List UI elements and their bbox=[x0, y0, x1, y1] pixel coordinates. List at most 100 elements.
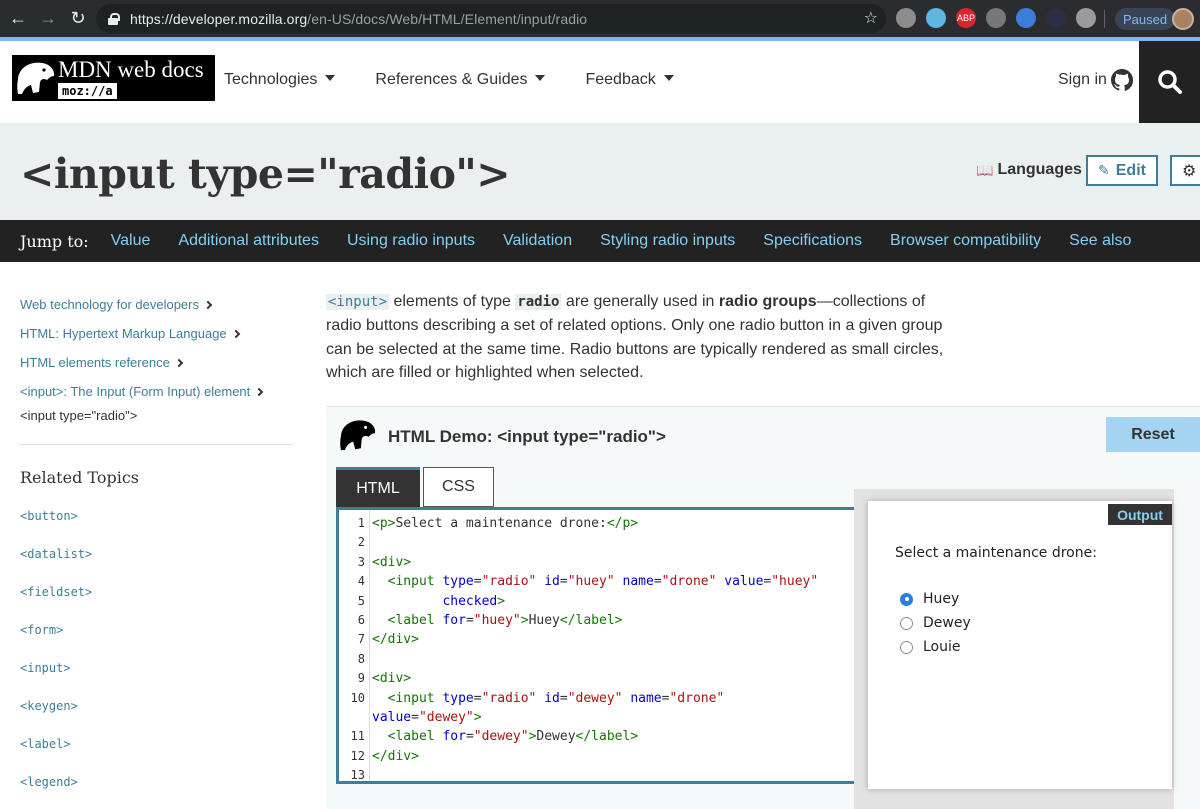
radio-button[interactable] bbox=[900, 640, 913, 654]
ext-7-icon[interactable] bbox=[1076, 8, 1096, 28]
nav-feedback[interactable]: Feedback bbox=[585, 71, 674, 89]
jump-link[interactable]: Styling radio inputs bbox=[600, 232, 735, 250]
topic-link[interactable]: <keygen> bbox=[20, 699, 78, 713]
code-line: 13 bbox=[350, 768, 365, 783]
radio-button[interactable] bbox=[900, 616, 913, 630]
topic-link[interactable]: <fieldset> bbox=[20, 585, 92, 599]
topic-link[interactable]: <button> bbox=[20, 509, 78, 523]
interactive-demo: HTML Demo: <input type="radio"> Reset HT… bbox=[326, 406, 1200, 809]
nav-references-guides[interactable]: References & Guides bbox=[375, 71, 546, 89]
jump-link[interactable]: Browser compatibility bbox=[890, 232, 1041, 250]
topic-link[interactable]: <legend> bbox=[20, 775, 78, 789]
topic-link[interactable]: <form> bbox=[20, 623, 63, 637]
radio-label[interactable]: Louie bbox=[923, 639, 961, 655]
chevron-right-icon bbox=[203, 300, 213, 309]
lock-icon bbox=[108, 12, 120, 25]
breadcrumb-web-tech[interactable]: Web technology for developers bbox=[20, 297, 213, 312]
gear-icon: ⚙ bbox=[1182, 162, 1197, 180]
sidebar-divider bbox=[20, 444, 292, 445]
chevron-right-icon bbox=[231, 329, 240, 338]
output-frame: Output Select a maintenance drone: Huey … bbox=[868, 501, 1172, 789]
code-line: 8 bbox=[357, 651, 365, 666]
nav-technologies[interactable]: Technologies bbox=[224, 71, 336, 89]
chevron-right-icon bbox=[174, 358, 184, 367]
reset-button[interactable]: Reset bbox=[1106, 417, 1200, 452]
jump-link[interactable]: Specifications bbox=[763, 232, 862, 250]
ext-2-icon[interactable] bbox=[926, 8, 946, 28]
adblock-icon[interactable]: ABP bbox=[956, 8, 976, 28]
dinosaur-icon bbox=[340, 420, 376, 451]
topic-link[interactable]: <datalist> bbox=[20, 547, 92, 561]
jump-link[interactable]: Value bbox=[111, 232, 151, 250]
code-editor[interactable]: 1 <p>Select a maintenance drone:</p> 2 3 <… bbox=[336, 507, 854, 784]
breadcrumb-input-element[interactable]: <input>: The Input (Form Input) element bbox=[20, 384, 264, 399]
topic-link[interactable]: <label> bbox=[20, 737, 71, 751]
breadcrumb-elements-reference[interactable]: HTML elements reference bbox=[20, 355, 184, 370]
code-line: 1 <p>Select a maintenance drone:</p> bbox=[357, 516, 639, 531]
bookmark-star-icon[interactable]: ☆ bbox=[864, 8, 878, 28]
code-line: 10 <input type="radio" id="dewey" name="… bbox=[350, 690, 725, 706]
tab-html[interactable]: HTML bbox=[336, 467, 420, 507]
edit-button[interactable]: ✎ Edit bbox=[1086, 155, 1158, 186]
jump-link[interactable]: Additional attributes bbox=[178, 232, 319, 250]
page-title: <input type="radio"> bbox=[20, 150, 511, 198]
translate-icon: 📖 bbox=[976, 161, 994, 178]
title-band: <input type="radio"> 📖 Languages ✎ Edit … bbox=[0, 123, 1200, 220]
related-topics-heading: Related Topics bbox=[20, 468, 139, 487]
tab-css[interactable]: CSS bbox=[423, 467, 494, 507]
input-element-link[interactable]: <input> bbox=[326, 294, 390, 310]
mozilla-logo: moz://a bbox=[58, 83, 117, 99]
ext-6-icon[interactable] bbox=[1046, 8, 1066, 28]
search-button[interactable] bbox=[1139, 41, 1200, 123]
ext-4-icon[interactable] bbox=[986, 8, 1006, 28]
reload-icon[interactable]: ↻ bbox=[66, 6, 90, 30]
output-panel: Output Select a maintenance drone: Huey … bbox=[854, 489, 1174, 809]
url-text: https://developer.mozilla.org/en-US/docs… bbox=[130, 10, 588, 27]
jump-link[interactable]: See also bbox=[1069, 232, 1131, 250]
code-line: 11 <label for="dewey">Dewey</label> bbox=[350, 729, 639, 745]
caret-down-icon bbox=[535, 75, 546, 81]
jump-link[interactable]: Using radio inputs bbox=[347, 232, 475, 250]
jump-link[interactable]: Validation bbox=[503, 232, 572, 250]
code-line: 3 <div> bbox=[357, 554, 412, 570]
sign-in-link[interactable]: Sign in bbox=[1058, 69, 1133, 91]
search-icon bbox=[1157, 70, 1182, 94]
radio-button[interactable] bbox=[900, 592, 913, 606]
breadcrumb-html[interactable]: HTML: Hypertext Markup Language bbox=[20, 326, 240, 341]
forward-icon[interactable]: → bbox=[36, 6, 60, 30]
code-line: 7 </div> bbox=[357, 632, 419, 648]
main-nav: Technologies References & Guides Feedbac… bbox=[224, 71, 714, 89]
code-line: 2 bbox=[357, 535, 365, 550]
output-prompt: Select a maintenance drone: bbox=[895, 545, 1097, 561]
chevron-right-icon bbox=[255, 387, 264, 396]
ext-1-icon[interactable] bbox=[896, 8, 916, 28]
jump-to-label: Jump to: bbox=[20, 231, 89, 251]
jump-to-bar: Jump to: Value Additional attributes Using… bbox=[0, 220, 1200, 262]
mdn-logo[interactable]: MDN web docs moz://a bbox=[12, 55, 215, 101]
topic-link[interactable]: <input> bbox=[20, 661, 71, 675]
radio-option-huey[interactable]: Huey bbox=[900, 591, 959, 607]
radio-label[interactable]: Huey bbox=[923, 591, 959, 607]
extension-icons: ABP bbox=[896, 8, 1096, 28]
toolbar-divider bbox=[1104, 10, 1105, 28]
radio-option-dewey[interactable]: Dewey bbox=[900, 615, 971, 631]
profile-status-badge[interactable]: Paused bbox=[1115, 8, 1176, 30]
site-header: MDN web docs moz://a Technologies Refere… bbox=[0, 41, 1200, 123]
radio-option-louie[interactable]: Louie bbox=[900, 639, 961, 655]
output-label: Output bbox=[1108, 504, 1172, 525]
back-icon[interactable]: ← bbox=[6, 6, 30, 30]
code-line: 4 <input type="radio" id="huey" name="dr… bbox=[357, 574, 819, 590]
pencil-icon: ✎ bbox=[1098, 162, 1110, 178]
languages-button[interactable]: 📖 Languages bbox=[976, 161, 1082, 179]
caret-down-icon bbox=[663, 75, 674, 81]
profile-avatar[interactable] bbox=[1172, 8, 1194, 30]
ext-5-icon[interactable] bbox=[1016, 8, 1036, 28]
address-bar[interactable]: https://developer.mozilla.org/en-US/docs… bbox=[96, 4, 886, 33]
code-line: value="dewey"> bbox=[372, 710, 482, 725]
logo-title: MDN web docs bbox=[58, 57, 204, 82]
demo-title: HTML Demo: <input type="radio"> bbox=[388, 427, 666, 446]
settings-button[interactable]: ⚙ bbox=[1170, 155, 1200, 186]
code-line: 12 </div> bbox=[350, 748, 419, 764]
radio-label[interactable]: Dewey bbox=[923, 615, 971, 631]
breadcrumb-current: <input type="radio"> bbox=[20, 408, 138, 423]
